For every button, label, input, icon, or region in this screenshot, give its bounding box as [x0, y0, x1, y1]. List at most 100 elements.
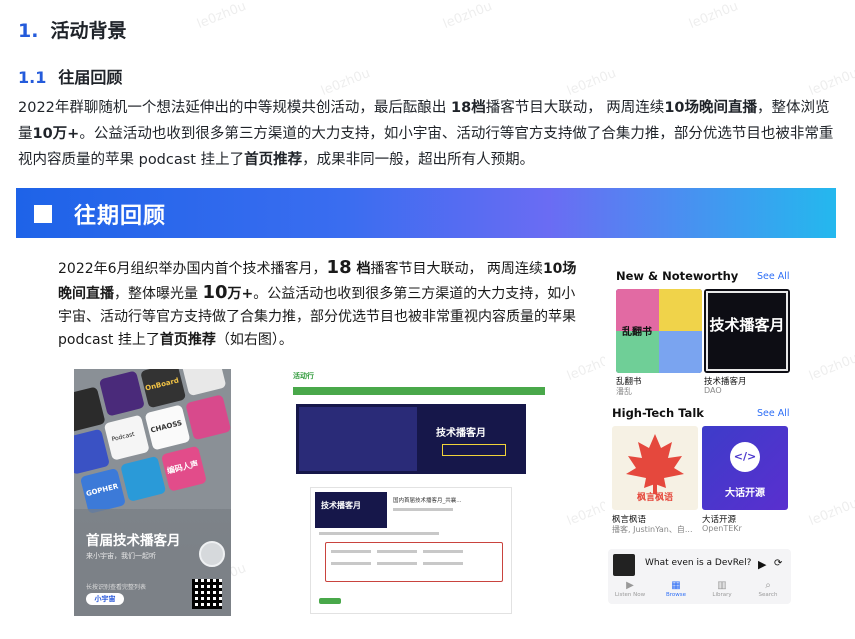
- apple-podcasts-image: New & Noteworthy See All 乱翻书 乱翻书 潘乱 技术播客…: [605, 262, 791, 610]
- play-icon: ▶: [758, 558, 767, 571]
- cover-tile: [74, 428, 110, 475]
- now-playing-title: What even is a DevRel?: [645, 558, 752, 568]
- webpage-hero-title: 技术播客月: [436, 428, 486, 439]
- webpage-event-panel: 技术播客月 国内首届技术播客月_共襄...: [310, 487, 512, 614]
- text-line: [393, 508, 453, 511]
- intro-bold: 10万+: [32, 126, 80, 142]
- text-line: [377, 550, 417, 553]
- subsection-heading: 1.1 往届回顾: [18, 64, 122, 88]
- intro-text: 2022年群聊随机一个想法延伸出的中等规模共创活动，最后酝酿出: [18, 100, 452, 116]
- section-title: New & Noteworthy: [616, 269, 739, 283]
- intro-bold: 10场晚间直播: [664, 100, 757, 116]
- text-line: [423, 550, 463, 553]
- review-banner: 往期回顾: [16, 188, 836, 238]
- text-line: [331, 550, 371, 553]
- detail-text: 2022年6月组织举办国内首个技术播客月，: [58, 261, 327, 277]
- subsection-number: 1.1: [18, 68, 47, 87]
- text-line: [331, 562, 371, 565]
- poster-brand: 小宇宙: [86, 593, 124, 605]
- cover-tile-label: CHAOSS: [149, 418, 183, 435]
- huodongxing-page-image: 活动行 技术播客月 技术播客月 国内首届技术播客月_共襄...: [290, 369, 548, 616]
- detail-text: ，整体曝光量: [114, 286, 203, 302]
- grid-icon: ▦: [671, 580, 681, 591]
- cover-tile: OnBoard: [140, 369, 187, 409]
- podcast-cover: 枫言枫语: [612, 426, 698, 510]
- tab-listen-now: ▶ Listen Now: [610, 580, 650, 598]
- section-number: 1.: [18, 20, 39, 42]
- cover-tile: [98, 370, 145, 417]
- subsection-title: 往届回顾: [58, 68, 123, 87]
- tab-browse: ▦ Browse: [656, 580, 696, 598]
- tab-label: Listen Now: [614, 592, 646, 598]
- webpage-panel-cover-title: 技术播客月: [321, 501, 361, 510]
- webpage-hero-highlight: [442, 444, 506, 456]
- skip-forward-icon: ⟳: [774, 558, 783, 569]
- detail-text: 播客节目大联动， 两周连续: [370, 261, 543, 277]
- poster-subtitle: 来小宇宙，我们一起听: [86, 552, 156, 560]
- watermark: le0zh0u: [807, 495, 855, 530]
- huodongxing-logo: 活动行: [293, 372, 314, 380]
- banner-square-icon: [34, 205, 52, 223]
- cover-tile: [120, 455, 167, 502]
- watermark: le0zh0u: [807, 350, 855, 385]
- podcast-cover: 技术播客月: [704, 289, 790, 373]
- see-all-link: See All: [757, 271, 790, 282]
- tab-label: Browse: [665, 592, 687, 598]
- detail-number: 18: [326, 257, 352, 278]
- section-title: High-Tech Talk: [612, 406, 704, 420]
- detail-bold: 档: [351, 261, 371, 277]
- xiaoyuzhou-poster-image: OnBoard Podcast CHAOSS GOPHER 编码人声 首届技术播…: [74, 369, 231, 616]
- cover-tile: [74, 386, 106, 433]
- webpage-nav-bar: [293, 387, 545, 395]
- intro-bold: 18档: [451, 100, 486, 116]
- see-all-link: See All: [757, 408, 790, 419]
- intro-paragraph: 2022年群聊随机一个想法延伸出的中等规模共创活动，最后酝酿出 18档播客节目大…: [18, 95, 838, 173]
- detail-number: 10: [202, 282, 228, 303]
- cover-tile: [180, 369, 227, 397]
- detail-text: （如右图）。: [215, 332, 293, 348]
- cover-tile: [185, 394, 231, 441]
- cover-text: 技术播客月: [709, 316, 785, 334]
- cover-text: 乱翻书: [622, 327, 652, 338]
- cover-tile: Podcast: [103, 414, 150, 461]
- detail-bold: 首页推荐: [159, 332, 216, 348]
- code-icon: </>: [730, 442, 760, 472]
- webpage-panel-heading: 国内首届技术播客月_共襄...: [393, 498, 462, 504]
- podcast-author: OpenTEKr: [702, 524, 742, 533]
- section-heading: 1. 活动背景: [18, 16, 126, 43]
- now-playing-artwork: [613, 554, 635, 576]
- cover-tile-label: Podcast: [110, 430, 136, 444]
- section-title: 活动背景: [50, 20, 127, 42]
- cover-text: 大话开源: [725, 488, 765, 499]
- webpage-hero: 技术播客月: [296, 404, 526, 474]
- poster-badge-icon: [199, 541, 225, 567]
- banner-title: 往期回顾: [74, 204, 167, 229]
- watermark: le0zh0u: [441, 0, 495, 33]
- podcast-author: 潘乱: [616, 387, 632, 396]
- watermark: le0zh0u: [687, 0, 741, 33]
- cover-tile: 编码人声: [160, 445, 207, 492]
- cover-tile: GOPHER: [79, 467, 126, 515]
- library-icon: ▥: [717, 580, 727, 591]
- webpage-green-button: [319, 598, 341, 604]
- cover-tile-label: OnBoard: [144, 376, 180, 393]
- poster-footer: 长按识别查看完整列表: [86, 584, 147, 591]
- cover-tile-label: GOPHER: [85, 482, 120, 499]
- text-line: [423, 562, 463, 565]
- tab-bar: ▶ Listen Now ▦ Browse ▥ Library ⌕ Search: [608, 580, 791, 604]
- webpage-hero-app-grid: [299, 407, 417, 471]
- webpage-panel-cover: 技术播客月: [315, 492, 387, 528]
- intro-bold: 首页推荐: [244, 152, 303, 168]
- intro-text: ，成果非同一般，超出所有人预期。: [302, 152, 535, 168]
- detail-paragraph: 2022年6月组织举办国内首个技术播客月，18 档播客节目大联动， 两周连续 10…: [58, 256, 586, 352]
- cover-tile: CHAOSS: [144, 404, 191, 451]
- cover-tile-label: 编码人声: [166, 459, 200, 476]
- text-line: [377, 562, 417, 565]
- search-icon: ⌕: [765, 580, 771, 591]
- podcast-cover: 乱翻书: [616, 289, 702, 373]
- play-circle-icon: ▶: [626, 580, 634, 591]
- poster-title: 首届技术播客月: [86, 533, 181, 549]
- podcast-author: 播客, JustinYan、自...: [612, 525, 693, 534]
- qr-code-icon: [192, 579, 222, 609]
- tab-library: ▥ Library: [702, 580, 742, 598]
